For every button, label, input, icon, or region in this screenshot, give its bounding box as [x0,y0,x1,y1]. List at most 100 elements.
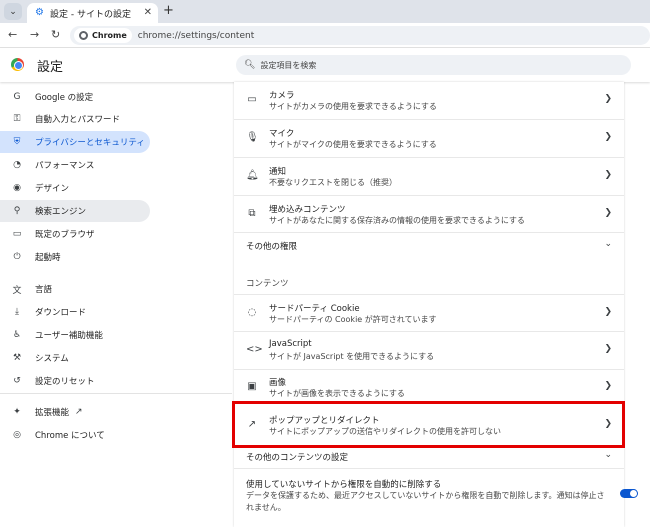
cookie-icon: ◌ [247,307,257,318]
chevron-down-icon: ⌄ [9,6,17,17]
chevron-right-icon: ❯ [604,344,612,354]
row-title: JavaScript [269,339,312,349]
sidebar-item-search-engine[interactable]: ⚲ 検索エンジン [0,200,150,222]
key-icon: ⚿ [13,114,21,124]
microphone-icon: 🎙︎ [246,132,259,143]
row-subtitle: データを保護するため、最近アクセスしていないサイトから権限を自動で削除します。通… [246,491,605,500]
chrome-icon [79,31,88,40]
row-subtitle: サイトがあなたに関する保存済みの情報の使用を要求できるようにする [269,216,525,225]
sidebar-item-label: 検索エンジン [35,207,87,217]
camera-row[interactable]: ▭ カメラ サイトがカメラの使用を要求できるようにする ❯ [234,82,624,119]
row-subtitle: サイトが JavaScript を使用できるようにする [269,352,435,361]
chrome-logo-icon [11,58,24,71]
accessibility-icon: ♿ [12,330,22,340]
sidebar-item-about[interactable]: ◎ Chrome について [0,424,150,446]
sidebar-item-performance[interactable]: ◔ パフォーマンス [0,154,150,176]
sidebar-item-label: 既定のブラウザ [35,230,95,240]
row-title: 使用していないサイトから権限を自動的に削除する [246,480,442,490]
image-icon: ▣ [247,381,257,392]
sidebar-item-google[interactable]: G Google の設定 [0,86,150,108]
download-icon: ⤓ [15,307,19,317]
sidebar-item-label: 言語 [35,285,53,295]
site-info-chip[interactable]: Chrome [74,28,132,43]
third-party-cookie-row[interactable]: ◌ サードパーティ Cookie サードパーティの Cookie が許可されてい… [234,294,624,331]
palette-icon: ◉ [13,183,21,193]
browser-icon: ▭ [12,229,22,239]
close-icon[interactable]: ✕ [144,7,152,18]
more-content-settings-row[interactable]: その他のコンテンツの設定 ⌄ [234,447,624,468]
sidebar-item-label: パフォーマンス [35,161,95,171]
images-row[interactable]: ▣ 画像 サイトが画像を表示できるようにする ❯ [234,369,624,404]
forward-icon[interactable]: → [30,28,39,41]
site-settings-panel: ▭ カメラ サイトがカメラの使用を要求できるようにする ❯ 🎙︎ マイク サイト… [234,82,624,527]
sidebar-item-autofill[interactable]: ⚿ 自動入力とパスワード [0,108,150,130]
sidebar: G Google の設定 ⚿ 自動入力とパスワード ⛨ プライバシーとセキュリテ… [0,82,232,527]
sidebar-item-label: Chrome について [35,431,105,441]
row-subtitle: 不要なリクエストを閉じる（推奨） [269,178,397,187]
address-bar[interactable]: Chrome chrome://settings/content [70,26,650,45]
sidebar-item-accessibility[interactable]: ♿ ユーザー補助機能 [0,324,150,346]
embedded-content-row[interactable]: ⧉ 埋め込みコンテンツ サイトがあなたに関する保存済みの情報の使用を要求できるよ… [234,195,624,232]
tab-search-button[interactable]: ⌄ [4,3,22,20]
javascript-row[interactable]: <> JavaScript サイトが JavaScript を使用できるようにす… [234,331,624,369]
power-icon: ⏻ [13,252,21,262]
content-section-header: コンテンツ [234,256,624,294]
url-text: chrome://settings/content [137,30,255,41]
embedded-content-icon: ⧉ [248,208,256,219]
chevron-down-icon: ⌄ [604,450,612,460]
sidebar-item-appearance[interactable]: ◉ デザイン [0,177,150,199]
reload-icon[interactable]: ↻ [51,28,60,41]
chevron-down-icon: ⌄ [604,239,612,249]
auto-revoke-row: 使用していないサイトから権限を自動的に削除する データを保護するため、最近アクセ… [234,468,624,527]
sidebar-item-extensions[interactable]: ✦ 拡張機能 ↗ [0,401,150,423]
sidebar-item-downloads[interactable]: ⤓ ダウンロード [0,301,150,323]
more-permissions-row[interactable]: その他の権限 ⌄ [234,232,624,256]
highlight-box [232,401,625,448]
row-subtitle: サードパーティの Cookie が許可されています [269,315,437,324]
row-subtitle: サイトがマイクの使用を要求できるようにする [269,140,437,149]
sidebar-item-label: 拡張機能 [35,408,70,418]
chevron-right-icon: ❯ [604,170,612,180]
shield-icon: ⛨ [13,137,21,147]
speedometer-icon: ◔ [13,160,21,170]
new-tab-button[interactable]: + [163,3,174,18]
external-link-icon: ↗ [75,407,83,417]
sidebar-item-system[interactable]: ⚒ システム [0,347,150,369]
google-icon: G [13,92,21,102]
sidebar-item-label: 起動時 [35,253,61,263]
bell-icon: 🔔︎ [246,170,259,181]
tab-settings[interactable]: ⚙ 設定 - サイトの設定 ✕ [27,3,158,23]
page-title: 設定 [37,60,64,75]
microphone-row[interactable]: 🎙︎ マイク サイトがマイクの使用を要求できるようにする ❯ [234,119,624,157]
row-title: マイク [269,129,295,139]
sidebar-item-languages[interactable]: 文 言語 [0,278,150,300]
chrome-icon: ◎ [13,430,21,440]
row-title: 画像 [269,378,287,388]
browser-toolbar: ← → ↻ Chrome chrome://settings/content [0,23,650,48]
chevron-right-icon: ❯ [604,307,612,317]
more-content-settings-label: その他のコンテンツの設定 [246,453,349,463]
sidebar-item-label: ダウンロード [35,308,87,318]
chip-label: Chrome [92,31,127,40]
chevron-right-icon: ❯ [604,208,612,218]
sidebar-item-label: プライバシーとセキュリティ [35,138,145,148]
sidebar-item-label: デザイン [35,184,70,194]
sidebar-item-label: 自動入力とパスワード [35,115,121,125]
sidebar-item-privacy[interactable]: ⛨ プライバシーとセキュリティ [0,131,150,153]
notifications-row[interactable]: 🔔︎ 通知 不要なリクエストを閉じる（推奨） ❯ [234,157,624,195]
sidebar-item-on-startup[interactable]: ⏻ 起動時 [0,246,150,268]
more-permissions-label: その他の権限 [246,242,298,252]
search-icon: ⚲ [13,206,21,216]
row-title: カメラ [269,91,295,101]
sidebar-item-label: 設定のリセット [35,377,95,387]
back-icon[interactable]: ← [8,28,17,41]
camera-icon: ▭ [247,94,257,105]
chevron-right-icon: ❯ [604,132,612,142]
auto-revoke-toggle[interactable] [620,489,638,498]
sidebar-item-reset[interactable]: ↺ 設定のリセット [0,370,150,392]
settings-search-input[interactable]: 🔍︎ 設定項目を検索 [236,55,631,75]
puzzle-icon: ✦ [13,407,21,417]
sidebar-item-default-browser[interactable]: ▭ 既定のブラウザ [0,223,150,245]
row-title: 埋め込みコンテンツ [269,205,346,215]
code-icon: <> [246,344,263,355]
